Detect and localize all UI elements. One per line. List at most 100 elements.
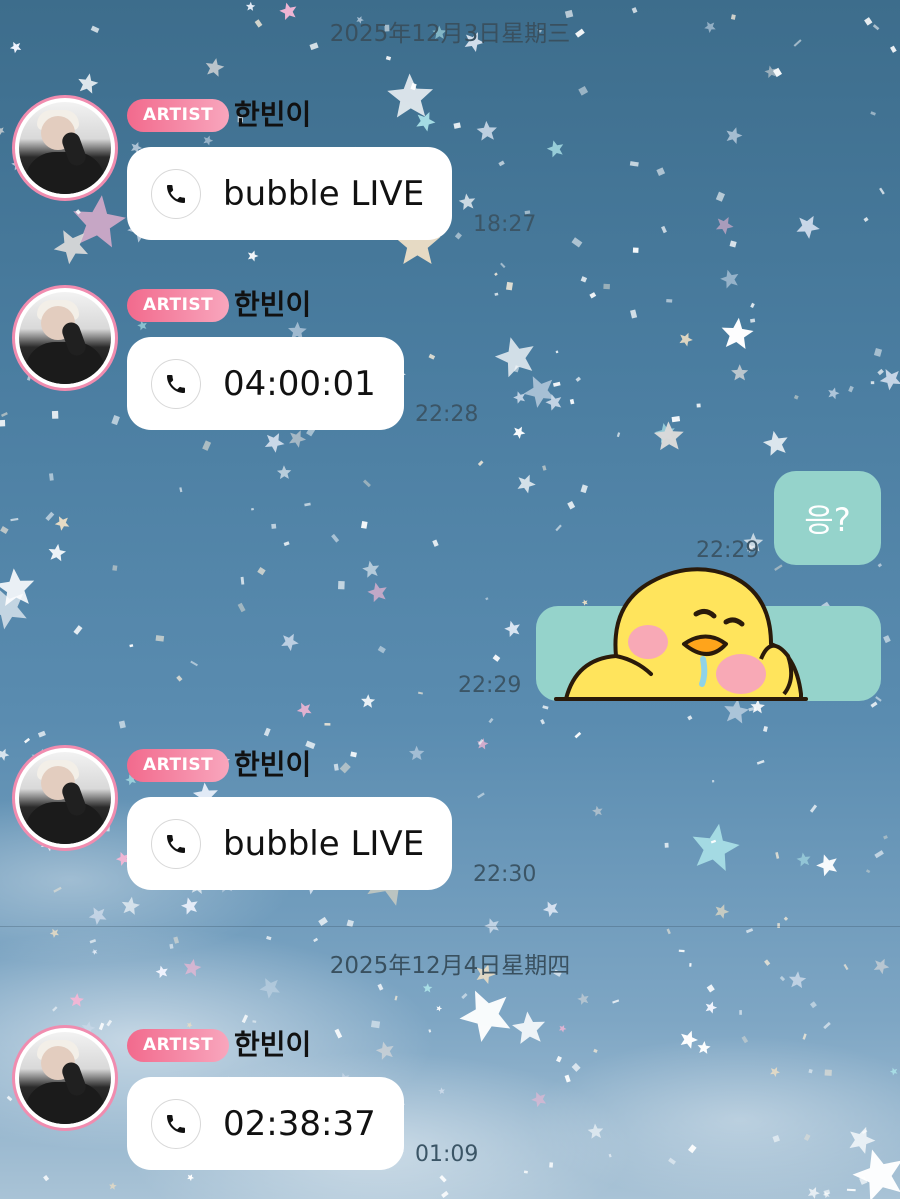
confetti-decoration xyxy=(304,502,311,507)
star-decoration xyxy=(48,543,67,562)
confetti-decoration xyxy=(772,1135,780,1143)
confetti-decoration xyxy=(432,539,439,547)
sticker-bubble[interactable] xyxy=(536,567,881,701)
confetti-decoration xyxy=(809,1001,817,1009)
confetti-decoration xyxy=(875,696,882,702)
confetti-decoration xyxy=(874,850,884,859)
confetti-decoration xyxy=(313,937,319,943)
avatar[interactable] xyxy=(12,1025,118,1131)
confetti-decoration xyxy=(10,517,19,522)
bubble-text: bubble LIVE xyxy=(223,823,425,864)
confetti-decoration xyxy=(567,501,576,510)
confetti-decoration xyxy=(362,479,371,488)
sender-name: 한빈이 xyxy=(234,1028,312,1061)
bubble-text: 04:00:01 xyxy=(223,363,376,404)
sender-name: 한빈이 xyxy=(234,288,312,321)
artist-message: ARTIST 한빈이 02:38:37 01:09 xyxy=(12,1025,772,1195)
message-time: 18:27 xyxy=(473,212,537,237)
confetti-decoration xyxy=(808,1068,813,1074)
confetti-decoration xyxy=(241,1014,249,1024)
confetti-decoration xyxy=(803,1133,811,1142)
confetti-decoration xyxy=(879,187,885,195)
phone-icon xyxy=(151,168,201,219)
live-call-bubble[interactable]: bubble LIVE xyxy=(127,147,453,240)
confetti-decoration xyxy=(580,276,588,283)
confetti-decoration xyxy=(0,419,6,427)
star-decoration xyxy=(796,215,820,239)
confetti-decoration xyxy=(870,701,878,708)
confetti-decoration xyxy=(49,473,54,481)
message-time: 22:29 xyxy=(458,673,522,698)
confetti-decoration xyxy=(823,1021,831,1030)
confetti-decoration xyxy=(118,720,126,729)
avatar[interactable] xyxy=(12,745,118,851)
star-decoration xyxy=(0,126,5,135)
message-time: 01:09 xyxy=(415,1142,479,1167)
star-decoration xyxy=(245,1,256,11)
confetti-decoration xyxy=(417,691,424,695)
confetti-decoration xyxy=(870,381,875,385)
confetti-decoration xyxy=(542,705,549,710)
phone-icon xyxy=(151,1098,201,1149)
confetti-decoration xyxy=(846,1188,856,1192)
star-decoration xyxy=(361,694,376,708)
bubble-text: bubble LIVE xyxy=(223,173,425,214)
confetti-decoration xyxy=(485,597,489,601)
bubble-text: 02:38:37 xyxy=(223,1103,376,1144)
artist-message: ARTIST 한빈이 bubble LIVE 18:27 xyxy=(12,95,772,265)
confetti-decoration xyxy=(0,526,9,535)
star-decoration xyxy=(0,748,10,761)
avatar[interactable] xyxy=(12,95,118,201)
live-call-bubble[interactable]: 04:00:01 xyxy=(127,337,404,430)
confetti-decoration xyxy=(0,411,8,417)
star-decoration xyxy=(504,620,520,637)
avatar[interactable] xyxy=(12,285,118,391)
live-call-bubble[interactable]: 02:38:37 xyxy=(127,1077,404,1170)
my-message-text: 응? xyxy=(804,501,851,539)
confetti-decoration xyxy=(266,935,272,941)
my-message-bubble[interactable]: 응? xyxy=(774,471,881,565)
star-decoration xyxy=(276,465,292,480)
confetti-decoration xyxy=(494,272,498,277)
confetti-decoration xyxy=(385,55,392,61)
star-decoration xyxy=(849,1126,876,1154)
star-decoration xyxy=(367,582,387,603)
confetti-decoration xyxy=(802,1033,807,1040)
confetti-decoration xyxy=(45,511,55,522)
live-call-bubble[interactable]: bubble LIVE xyxy=(127,797,453,890)
confetti-decoration xyxy=(848,385,854,393)
confetti-decoration xyxy=(338,580,345,590)
confetti-decoration xyxy=(745,928,754,934)
star-decoration xyxy=(828,387,840,400)
sender-name: 한빈이 xyxy=(234,98,312,131)
confetti-decoration xyxy=(237,602,246,613)
star-decoration xyxy=(705,1001,718,1014)
confetti-decoration xyxy=(666,928,671,935)
confetti-decoration xyxy=(883,835,888,840)
star-decoration xyxy=(436,1005,443,1012)
confetti-decoration xyxy=(809,804,818,813)
confetti-decoration xyxy=(257,567,266,576)
confetti-decoration xyxy=(37,730,46,738)
confetti-decoration xyxy=(775,852,780,859)
confetti-decoration xyxy=(461,993,468,1000)
star-decoration xyxy=(577,993,589,1005)
confetti-decoration xyxy=(179,487,183,493)
artist-badge: ARTIST xyxy=(127,1029,230,1062)
confetti-decoration xyxy=(190,660,198,667)
confetti-decoration xyxy=(739,1010,742,1015)
confetti-decoration xyxy=(492,654,501,662)
star-decoration xyxy=(296,702,312,718)
star-decoration xyxy=(69,993,84,1007)
yellow-chick-sticker xyxy=(554,567,808,701)
date-separator: 2025年12月3日星期三 xyxy=(329,21,571,47)
confetti-decoration xyxy=(555,524,562,532)
confetti-decoration xyxy=(155,635,165,642)
artist-message: ARTIST 한빈이 bubble LIVE 22:30 xyxy=(12,745,772,915)
star-decoration xyxy=(816,854,837,877)
confetti-decoration xyxy=(477,460,484,467)
star-decoration xyxy=(796,852,811,867)
star-decoration xyxy=(49,928,59,938)
confetti-decoration xyxy=(271,523,277,529)
confetti-decoration xyxy=(612,999,620,1004)
